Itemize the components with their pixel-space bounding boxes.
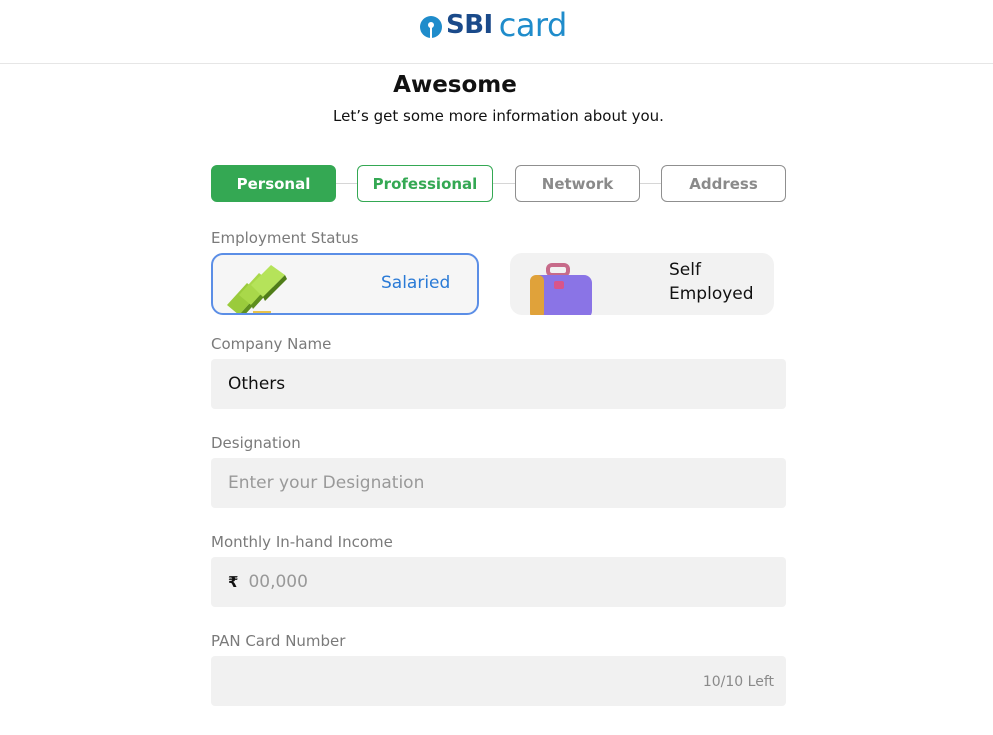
- sbi-card-logo[interactable]: SBI card: [420, 6, 568, 44]
- briefcase-icon: [530, 263, 592, 315]
- money-stack-icon: [227, 265, 287, 313]
- logo-sbi-text: SBI: [446, 10, 493, 40]
- self-employed-label-line1: Self: [669, 260, 701, 280]
- salaried-label: Salaried: [381, 273, 451, 293]
- step-address[interactable]: Address: [661, 165, 786, 202]
- self-employed-label-line2: Employed: [669, 284, 754, 304]
- employment-status-label: Employment Status: [211, 229, 359, 247]
- step-personal[interactable]: Personal: [211, 165, 336, 202]
- income-placeholder: 00,000: [248, 572, 308, 592]
- pan-field[interactable]: 10/10 Left: [211, 656, 786, 706]
- self-employed-option[interactable]: Self Employed: [510, 253, 774, 315]
- company-name-value: Others: [228, 374, 286, 394]
- sbi-logo-icon: [420, 15, 442, 38]
- pan-character-counter: 10/10 Left: [702, 674, 774, 690]
- logo-card-text: card: [498, 6, 568, 44]
- step-network[interactable]: Network: [515, 165, 640, 202]
- pan-label: PAN Card Number: [211, 632, 346, 650]
- designation-field[interactable]: Enter your Designation: [211, 458, 786, 508]
- top-header: SBI card: [0, 0, 993, 64]
- rupee-icon: ₹: [228, 573, 239, 591]
- designation-label: Designation: [211, 434, 301, 452]
- page-subtitle: Let’s get some more information about yo…: [333, 107, 664, 125]
- designation-placeholder: Enter your Designation: [228, 473, 425, 493]
- page-title: Awesome: [393, 72, 517, 98]
- step-professional[interactable]: Professional: [357, 165, 493, 202]
- income-label: Monthly In-hand Income: [211, 533, 393, 551]
- company-name-label: Company Name: [211, 335, 332, 353]
- company-name-field[interactable]: Others: [211, 359, 786, 409]
- salaried-option[interactable]: Salaried: [211, 253, 479, 315]
- income-field[interactable]: ₹ 00,000: [211, 557, 786, 607]
